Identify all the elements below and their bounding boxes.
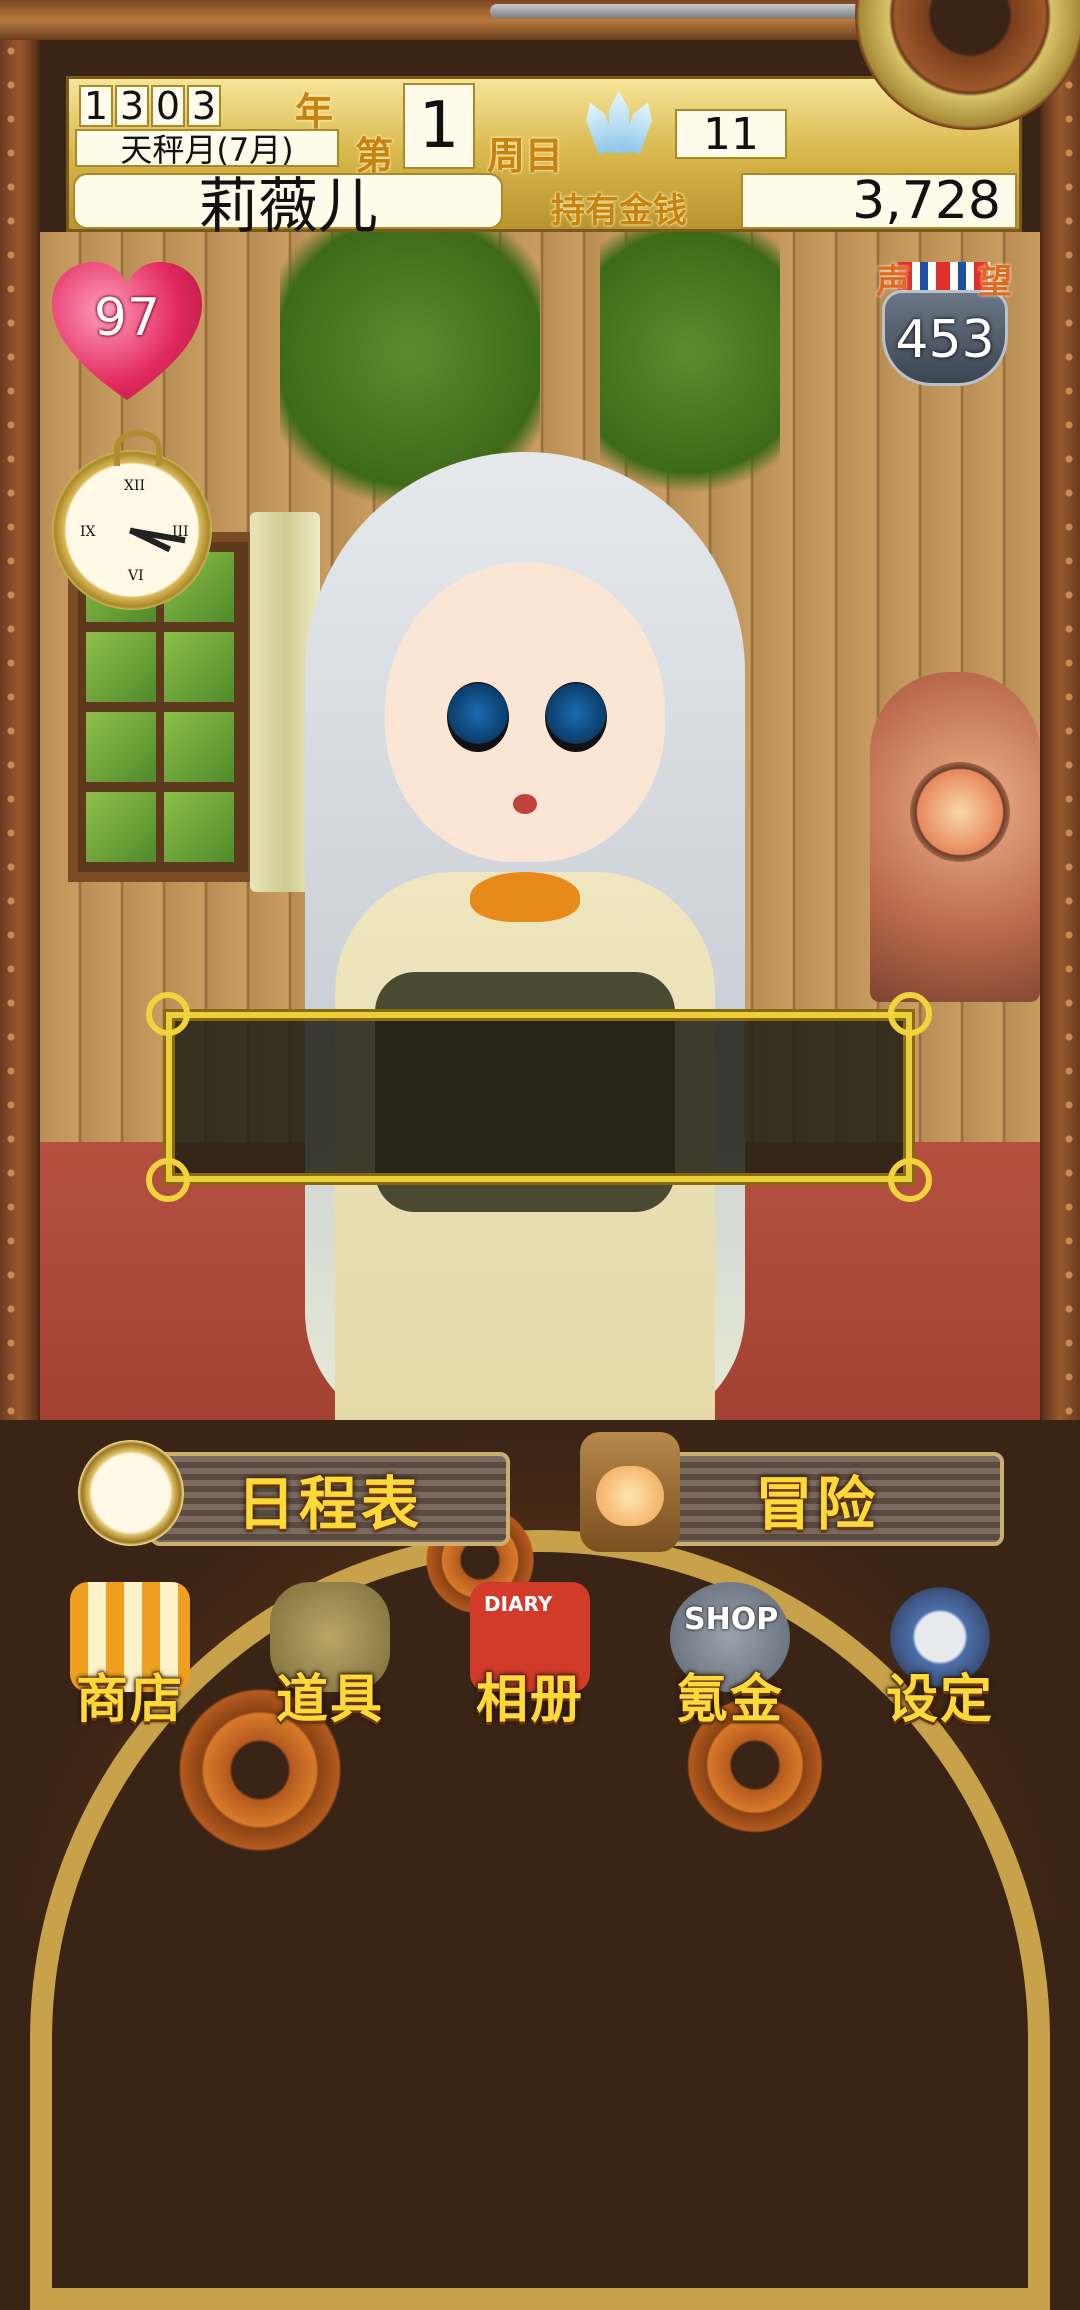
year-digit: 0 [151,84,185,128]
menu-items-label: 道具 [275,1670,384,1730]
menu-album[interactable]: DIARY 相册 [440,1582,620,1732]
menu-album-label: 相册 [475,1670,584,1730]
year-digit: 3 [115,84,149,128]
menu-premium[interactable]: SHOP 氪金 [640,1582,820,1732]
character-portrait[interactable] [265,452,785,1472]
week-suffix: 周目 [487,134,564,178]
character-bow [470,872,580,922]
fame-badge: 声 望 453 [870,250,1020,390]
schedule-button[interactable]: 日程表 [150,1452,510,1546]
character-name: 莉薇儿 [73,172,503,242]
week-number: 1 [403,83,475,169]
money-value: 3,728 [741,171,1017,231]
menu-shop-label: 商店 [75,1670,184,1730]
pocket-watch-icon: XII III VI IX [52,430,212,610]
menu-settings[interactable]: 设定 [850,1582,1030,1732]
adventure-button[interactable]: 冒险 [630,1452,1004,1546]
adventure-label: 冒险 [754,1470,879,1538]
dialog-text [172,1018,906,1058]
crystal-icon [579,89,659,159]
menu-items[interactable]: 道具 [240,1582,420,1732]
affection-heart: 97 [52,262,202,402]
diary-art-text: DIARY [484,1592,553,1616]
copper-boiler [870,672,1040,1002]
year-suffix: 年 [295,90,334,134]
fame-label-left: 声 [876,262,910,302]
shop-art-text: SHOP [684,1602,779,1637]
character-eye [447,682,509,752]
menu-premium-label: 氪金 [675,1670,784,1730]
year-digit: 3 [187,84,221,128]
fame-value: 453 [895,310,995,370]
menu-shop[interactable]: 商店 [40,1582,220,1732]
year-digit: 1 [79,84,113,128]
corner-gear [835,0,1080,160]
money-label: 持有金钱 [551,191,687,231]
character-face [385,562,665,862]
lantern-icon [580,1432,680,1552]
room-scene [40,232,1040,1472]
character-eye [545,682,607,752]
gem-count: 11 [675,109,787,160]
menu-settings-label: 设定 [885,1670,994,1730]
schedule-label: 日程表 [236,1470,423,1538]
character-mouth [513,794,537,814]
affection-value: 97 [93,288,161,348]
fame-label-right: 望 [978,262,1012,302]
dialog-box[interactable] [146,992,932,1202]
clock-icon [78,1440,184,1546]
